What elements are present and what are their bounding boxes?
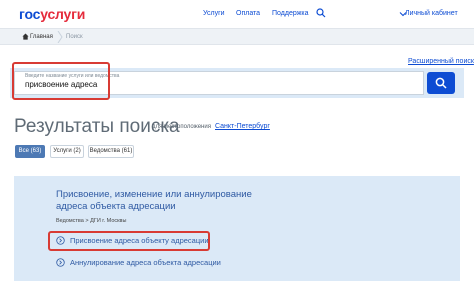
search-button[interactable] xyxy=(427,72,455,94)
nav-item-podderzhka[interactable]: Поддержка xyxy=(272,10,309,17)
breadcrumb: Главная Поиск xyxy=(0,28,474,45)
result-card-title[interactable]: Присвоение, изменение или аннулирование … xyxy=(56,189,266,213)
breadcrumb-home-link[interactable]: Главная xyxy=(30,34,53,40)
result-highlight-frame xyxy=(48,231,210,251)
list-item-label: Аннулирование адреса объекта адресации xyxy=(70,258,221,267)
tab-services[interactable]: Услуги (2) xyxy=(50,145,84,158)
chevron-right-circle-icon xyxy=(56,258,65,267)
gosuslugi-logo[interactable]: госуслуги xyxy=(19,5,85,23)
search-icon xyxy=(435,77,447,89)
breadcrumb-separator-icon xyxy=(57,31,63,43)
home-icon xyxy=(22,33,29,40)
breadcrumb-current: Поиск xyxy=(66,34,83,40)
tab-all[interactable]: Все (63) xyxy=(15,145,45,158)
result-card-path: Ведомства > ДГИ г. Москвы xyxy=(56,218,127,224)
location-label: для местоположения xyxy=(152,124,211,130)
search-icon[interactable] xyxy=(316,8,326,18)
search-highlight-frame xyxy=(12,62,110,100)
nav-item-oplata[interactable]: Оплата xyxy=(236,10,260,17)
top-header: госуслуги Услуги Оплата Поддержка Личный… xyxy=(0,0,474,28)
personal-cabinet-link[interactable]: Личный кабинет xyxy=(405,10,458,17)
logo-part-uslugi: услуги xyxy=(40,6,86,22)
tab-agencies[interactable]: Ведомства (61) xyxy=(88,145,134,158)
location-city-link[interactable]: Санкт-Петербург xyxy=(215,123,270,130)
logo-part-gos: гос xyxy=(19,6,41,22)
advanced-search-link[interactable]: Расширенный поиск xyxy=(408,58,474,65)
nav-item-uslugi[interactable]: Услуги xyxy=(203,10,225,17)
